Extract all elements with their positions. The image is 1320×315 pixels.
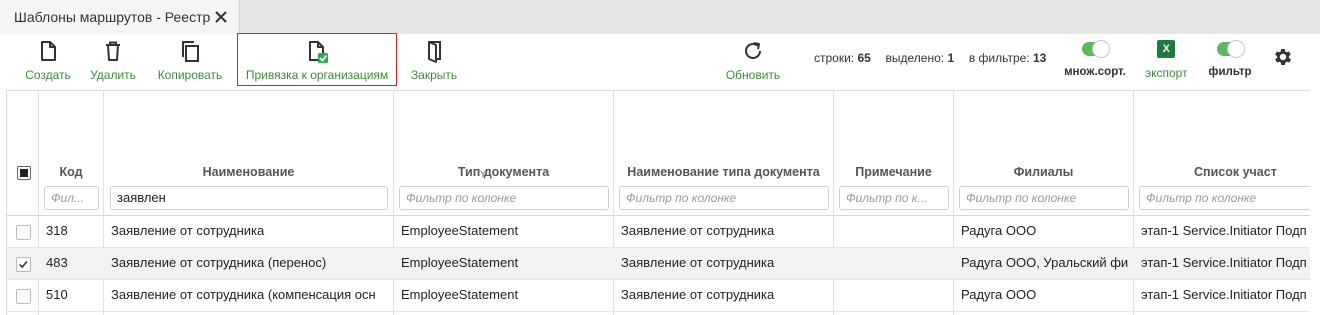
copy-icon (182, 41, 199, 62)
copy-button[interactable]: Копировать (154, 34, 226, 86)
filtered-label: в фильтре: (968, 51, 1030, 65)
table-row[interactable]: 510 Заявление от сотрудника (компенсация… (7, 280, 1310, 312)
table-row[interactable]: 483 Заявление от сотрудника (перенос) Em… (7, 248, 1310, 280)
cell-participants: этап-1 Service.Initiator Подп (1141, 255, 1307, 270)
cell-note (834, 280, 954, 312)
close-label: Закрыть (410, 68, 458, 82)
checkmark-icon (19, 260, 28, 269)
filter-toggle-group: фильтр (1207, 40, 1253, 78)
filter-branches[interactable]: Фильтр по колонке (959, 186, 1129, 210)
tab-title: Шаблоны маршрутов - Реестр (14, 9, 211, 25)
filtered-count: 13 (1032, 51, 1047, 65)
gear-icon[interactable] (1272, 46, 1294, 68)
export-button[interactable]: X экспорт (1145, 40, 1188, 80)
rows-count: 65 (857, 51, 871, 65)
filter-label: фильтр (1208, 66, 1252, 78)
filter-doc-type[interactable]: Фильтр по колонке (399, 186, 609, 210)
cell-doc-type-name: Заявление от сотрудника (621, 287, 775, 302)
bind-to-organizations-button[interactable]: Привязка к организациям (237, 33, 397, 86)
cell-doc-type: EmployeeStatement (401, 287, 519, 302)
table-row[interactable]: 318 Заявление от сотрудника EmployeeStat… (7, 216, 1310, 248)
toolbar: Создать Удалить Копировать Привязка к ор… (0, 33, 1320, 89)
cell-note (834, 216, 954, 248)
selected-count: 1 (947, 51, 955, 65)
select-all-checkbox[interactable] (17, 166, 31, 180)
column-header-code[interactable]: Код (39, 165, 103, 179)
cell-code: 318 (46, 223, 68, 238)
cell-code: 510 (46, 287, 68, 302)
close-button[interactable]: Закрыть (408, 34, 460, 86)
column-header-participants[interactable]: Список участ (1194, 165, 1310, 179)
cell-doc-type-name: Заявление от сотрудника (621, 255, 775, 270)
delete-label: Удалить (90, 68, 136, 82)
filter-participants[interactable]: Фильтр по колонке (1139, 186, 1310, 210)
column-header-doc-type[interactable]: Тип документа (394, 165, 613, 179)
cell-branches: Радуга ООО (961, 287, 1037, 302)
filter-doc-type-name[interactable]: Фильтр по колонке (619, 186, 829, 210)
create-label: Создать (25, 68, 71, 82)
filter-name[interactable]: заявлен (110, 186, 388, 210)
routes-grid: Код Фил... Наименование Y заявлен Тип до… (6, 90, 1310, 315)
delete-button[interactable]: Удалить (86, 34, 140, 86)
document-check-icon (309, 41, 328, 63)
filter-toggle[interactable] (1217, 40, 1245, 58)
row-checkbox[interactable] (16, 257, 31, 272)
cell-name: Заявление от сотрудника (перенос) (111, 255, 327, 270)
cell-name: Заявление от сотрудника (111, 223, 265, 238)
cell-participants: этап-1 Service.Initiator Подп (1141, 287, 1307, 302)
close-door-icon (428, 41, 441, 63)
cell-code: 483 (46, 255, 68, 270)
row-checkbox[interactable] (16, 289, 31, 304)
refresh-label: Обновить (725, 68, 781, 82)
trash-icon (106, 41, 120, 61)
cell-doc-type: EmployeeStatement (401, 255, 519, 270)
row-stats: строки: 65 выделено: 1 в фильтре: 13 (814, 51, 1046, 65)
multisort-label: множ.сорт. (1064, 66, 1126, 78)
cell-participants: этап-1 Service.Initiator Подп (1141, 223, 1307, 238)
filter-note[interactable]: Фильтр по к... (839, 186, 949, 210)
column-header-branches[interactable]: Филиалы (954, 165, 1133, 179)
multisort-toggle-group: множ.сорт. (1063, 40, 1127, 78)
cell-note (834, 248, 954, 280)
export-label: экспорт (1145, 66, 1188, 80)
row-checkbox[interactable] (16, 225, 31, 240)
multisort-toggle[interactable] (1082, 40, 1110, 58)
cell-doc-type: EmployeeStatement (401, 223, 519, 238)
column-header-name[interactable]: Наименование (104, 165, 393, 179)
excel-icon: X (1157, 40, 1176, 58)
selected-label: выделено: (885, 51, 945, 65)
refresh-button[interactable]: Обновить (722, 34, 784, 86)
cell-branches: Радуга ООО (961, 223, 1037, 238)
create-button[interactable]: Создать (22, 34, 74, 86)
rows-label: строки: (814, 51, 855, 65)
refresh-icon (745, 42, 761, 59)
cell-doc-type-name: Заявление от сотрудника (621, 223, 775, 238)
tab-routes-registry[interactable]: Шаблоны маршрутов - Реестр (0, 0, 240, 34)
bind-to-organizations-label: Привязка к организациям (245, 68, 389, 82)
column-header-note[interactable]: Примечание (834, 165, 953, 179)
copy-label: Копировать (157, 68, 223, 82)
cell-branches: Радуга ООО, Уральский фи (961, 255, 1129, 270)
cell-name: Заявление от сотрудника (компенсация осн (111, 287, 376, 302)
column-header-doc-type-name[interactable]: Наименование типа документа (614, 165, 833, 179)
tab-bar: Шаблоны маршрутов - Реестр (0, 0, 1320, 34)
close-icon[interactable] (213, 9, 229, 25)
filter-code[interactable]: Фил... (44, 186, 99, 210)
new-document-icon (41, 41, 56, 61)
